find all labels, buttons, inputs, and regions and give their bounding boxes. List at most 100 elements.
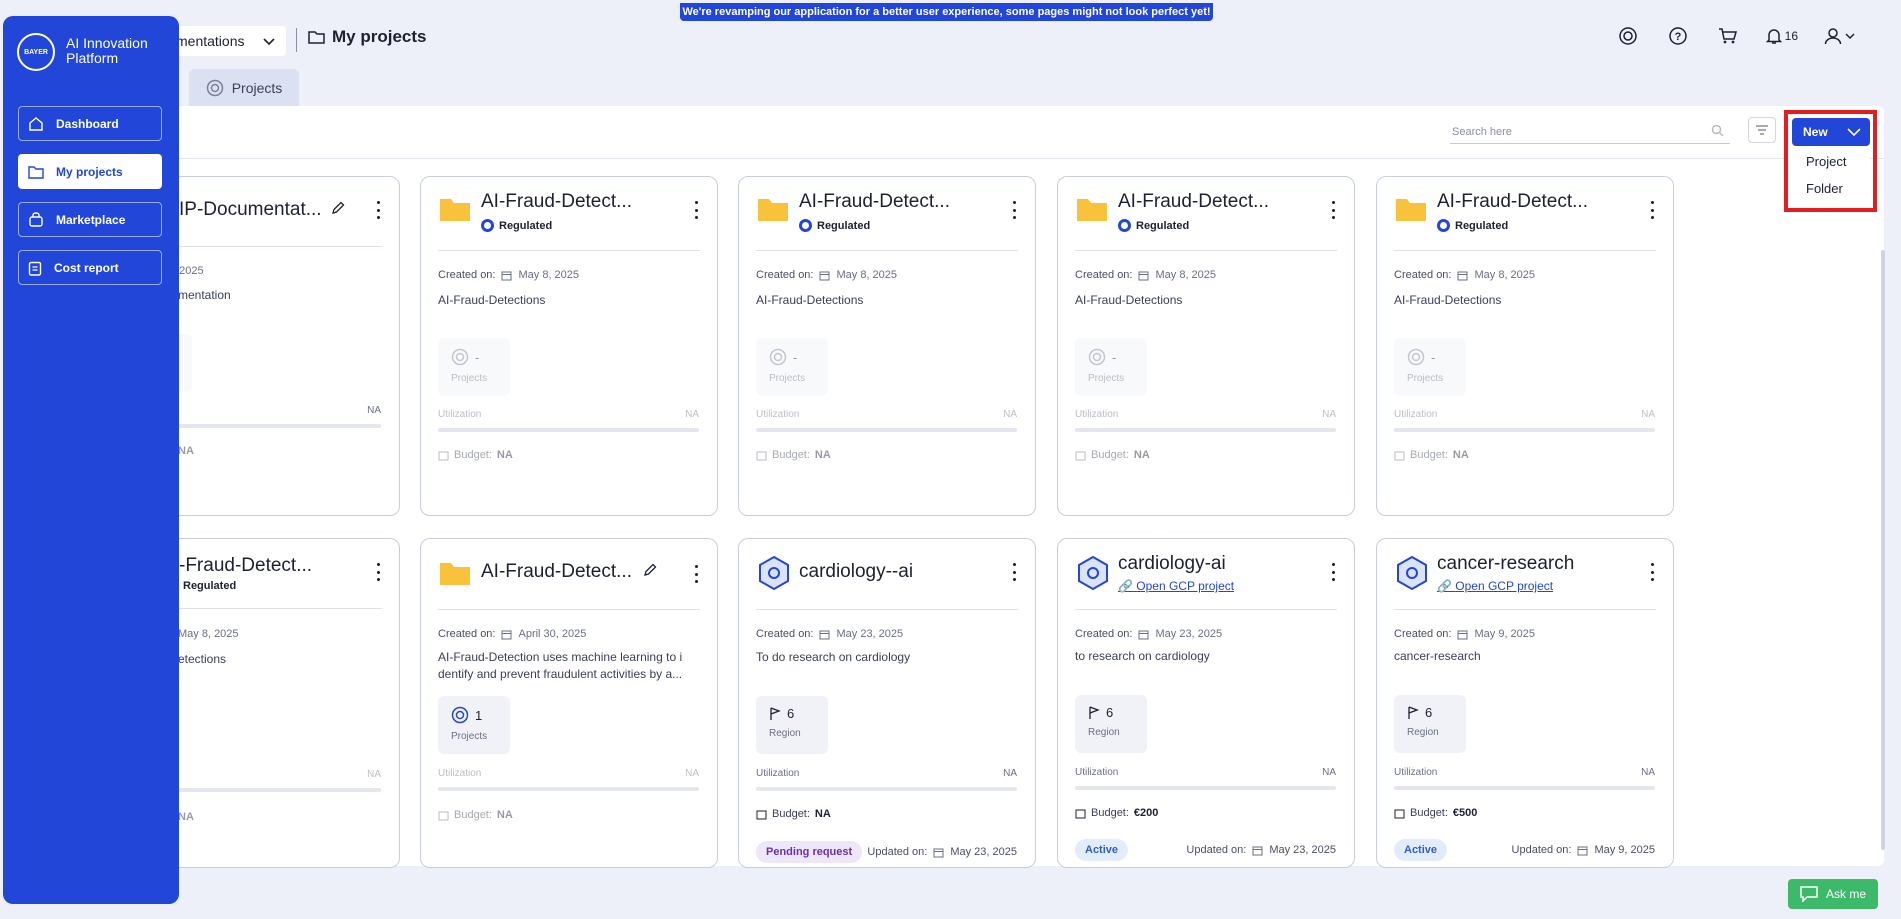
- more-options-icon[interactable]: [1011, 201, 1017, 219]
- card-project[interactable]: cancer-research 🔗 Open GCP project Creat…: [1376, 538, 1674, 868]
- ai-hub-icon[interactable]: [1616, 24, 1640, 48]
- utilization-bar: [438, 787, 699, 791]
- home-icon: [29, 116, 43, 131]
- more-options-icon[interactable]: [693, 201, 699, 219]
- card-title: cancer-research: [1437, 553, 1575, 574]
- top-bar: mentations My projects ? 16: [0, 0, 1901, 72]
- search-input[interactable]: Search here: [1450, 122, 1730, 144]
- cart-icon[interactable]: [1716, 24, 1740, 48]
- projects-icon: [1407, 348, 1425, 366]
- sidebar: BAYER AI Innovation Platform Dashboard M…: [3, 16, 179, 904]
- card-description: mentation: [178, 288, 231, 302]
- calendar-icon: [933, 848, 944, 857]
- sidebar-item-marketplace[interactable]: Marketplace: [18, 202, 162, 237]
- edit-icon[interactable]: [643, 563, 657, 577]
- card-stat: 6 Region: [756, 696, 828, 754]
- folder-icon: [1076, 195, 1110, 229]
- tab-projects[interactable]: Projects: [189, 69, 299, 107]
- more-options-icon[interactable]: [1649, 201, 1655, 219]
- card-description: etections: [178, 652, 227, 666]
- breadcrumb-separator: [296, 28, 297, 52]
- card-folder[interactable]: AI-Fraud-Detect... Regulated Created on:…: [1376, 176, 1674, 516]
- flag-icon: [1408, 705, 1419, 719]
- help-icon[interactable]: ?: [1666, 24, 1690, 48]
- flag-icon: [770, 706, 781, 720]
- more-options-icon[interactable]: [1011, 563, 1017, 581]
- projects-icon: [451, 348, 469, 366]
- more-options-icon[interactable]: [1649, 563, 1655, 581]
- calendar-icon: [1457, 630, 1468, 639]
- user-icon: [1824, 28, 1842, 45]
- card-folder[interactable]: AI-Fraud-Detect... Regulated Created on:…: [738, 176, 1036, 516]
- status-badge: Pending request: [756, 841, 863, 863]
- filter-button[interactable]: [1748, 117, 1776, 143]
- utilization-row: UtilizationNA: [438, 409, 699, 420]
- notifications-button[interactable]: 16: [1765, 24, 1798, 48]
- filter-icon: [1756, 125, 1768, 135]
- wallet-icon: [756, 451, 767, 460]
- regulated-badge: Regulated: [1118, 219, 1189, 232]
- card-description: AI-Fraud-Detections: [1075, 293, 1183, 307]
- card-description: AI-Fraud-Detections: [1394, 293, 1502, 307]
- budget: NA: [178, 445, 194, 457]
- sidebar-item-my-projects[interactable]: My projects: [18, 154, 162, 189]
- card-title: IP-Documentat...: [179, 199, 345, 221]
- card-title: cardiology-ai: [1118, 553, 1226, 574]
- open-gcp-link[interactable]: 🔗 Open GCP project: [1118, 579, 1234, 593]
- sidebar-item-dashboard[interactable]: Dashboard: [18, 106, 162, 141]
- budget: Budget: NA: [438, 809, 513, 821]
- chat-icon: [1800, 886, 1818, 902]
- utilization-row: UtilizationNA: [756, 768, 1017, 779]
- sidebar-item-cost-report[interactable]: Cost report: [18, 250, 162, 285]
- created-on: Created on: May 9, 2025: [1394, 628, 1536, 640]
- calendar-icon: [1577, 846, 1588, 855]
- folder-icon: [1395, 195, 1429, 229]
- folder-icon: [439, 195, 473, 229]
- utilization-row: UtilizationNA: [1394, 767, 1655, 778]
- wallet-icon: [438, 811, 449, 820]
- more-options-icon[interactable]: [375, 563, 381, 581]
- utilization-bar: [756, 428, 1017, 432]
- card-stat: 6 Region: [1075, 695, 1147, 753]
- card-folder[interactable]: AI-Fraud-Detect... Regulated Created on:…: [420, 176, 718, 516]
- scrollbar[interactable]: [1881, 250, 1885, 850]
- budget: Budget: €500: [1394, 807, 1477, 819]
- page-title-text: My projects: [332, 27, 427, 46]
- search-placeholder: Search here: [1452, 126, 1512, 138]
- bell-icon: [1765, 29, 1782, 44]
- more-options-icon[interactable]: [1330, 563, 1336, 581]
- calendar-icon: [1138, 271, 1149, 280]
- chevron-down-icon: [263, 38, 275, 46]
- calendar-icon: [819, 630, 830, 639]
- user-menu[interactable]: [1824, 24, 1855, 48]
- card-description: AI-Fraud-Detection uses machine learning…: [438, 650, 683, 681]
- more-options-icon[interactable]: [1330, 201, 1336, 219]
- card-folder[interactable]: AI-Fraud-Detect... Regulated Created on:…: [1057, 176, 1355, 516]
- tab-label: Projects: [231, 80, 283, 96]
- calendar-icon: [501, 271, 512, 280]
- more-options-icon[interactable]: [375, 201, 381, 219]
- card-project[interactable]: cardiology--ai Created on: May 23, 2025 …: [738, 538, 1036, 868]
- more-options-icon[interactable]: [693, 565, 699, 583]
- card-title: AI-Fraud-Detect...: [799, 191, 950, 212]
- top-icons: ? 16: [1616, 24, 1855, 48]
- svg-text:?: ?: [1674, 31, 1681, 43]
- created-on: Created on: May 8, 2025: [1394, 269, 1536, 281]
- card-description: to research on cardiology: [1075, 649, 1210, 663]
- card-title: AI-Fraud-Detect...: [1118, 191, 1269, 212]
- wallet-icon: [1394, 809, 1405, 818]
- card-footer: Active Updated on: May 23, 2025: [1075, 839, 1336, 861]
- card-divider: [438, 250, 700, 251]
- open-gcp-link[interactable]: 🔗 Open GCP project: [1437, 579, 1553, 593]
- card-folder[interactable]: AI-Fraud-Detect... Created on: April 30,…: [420, 538, 718, 868]
- highlight-box: [1784, 110, 1877, 212]
- ask-me-button[interactable]: Ask me: [1788, 879, 1878, 909]
- budget: Budget: NA: [756, 808, 831, 820]
- regulated-badge: Regulated: [1437, 219, 1508, 232]
- card-stat: - Projects: [1075, 338, 1147, 396]
- card-footer: Pending request Updated on: May 23, 2025: [756, 841, 1017, 863]
- card-divider: [1075, 609, 1337, 610]
- edit-icon[interactable]: [331, 201, 345, 215]
- card-project[interactable]: cardiology-ai 🔗 Open GCP project Created…: [1057, 538, 1355, 868]
- breadcrumb-select-value: mentations: [176, 33, 245, 49]
